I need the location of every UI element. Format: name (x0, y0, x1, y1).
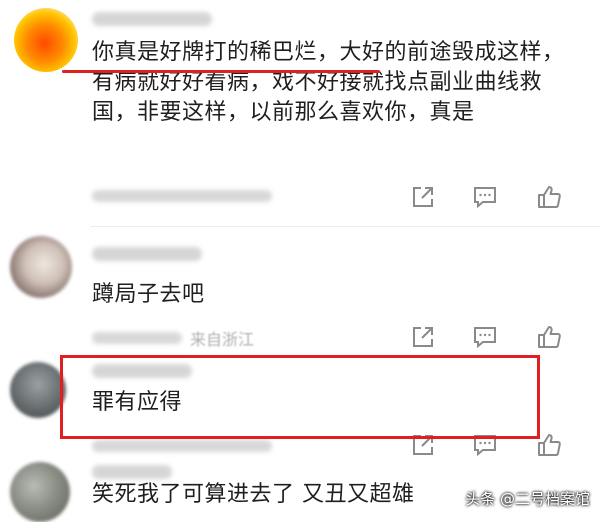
watermark: 头条 @二号档案馆 (465, 490, 590, 508)
username-blurred[interactable] (92, 465, 172, 479)
like-icon[interactable] (536, 324, 562, 350)
comment-location: 来自浙江 (190, 330, 255, 349)
divider (90, 226, 600, 227)
red-highlight-box (60, 355, 540, 439)
share-icon[interactable] (410, 324, 436, 350)
comment-meta-blurred (92, 440, 272, 452)
comment-time-blurred (92, 332, 182, 344)
comment-meta-blurred (92, 190, 272, 202)
avatar[interactable] (10, 362, 66, 418)
username-blurred[interactable] (92, 247, 202, 261)
avatar[interactable] (10, 462, 70, 522)
like-icon[interactable] (536, 184, 562, 210)
avatar[interactable] (10, 236, 72, 298)
comment-icon[interactable] (472, 324, 498, 350)
comment-text: 你真是好牌打的稀巴烂，大好的前途毁成这样，有病就好好看病，戏不好接就找点副业曲线… (92, 40, 565, 125)
share-icon[interactable] (410, 184, 436, 210)
comment-icon[interactable] (472, 184, 498, 210)
comment-text: 笑死我了可算进去了 又丑又超雄 (92, 482, 415, 507)
username-blurred[interactable] (92, 12, 212, 26)
avatar[interactable] (14, 8, 78, 72)
comment-text: 蹲局子去吧 (92, 282, 205, 307)
red-underline-annotation (62, 70, 380, 73)
